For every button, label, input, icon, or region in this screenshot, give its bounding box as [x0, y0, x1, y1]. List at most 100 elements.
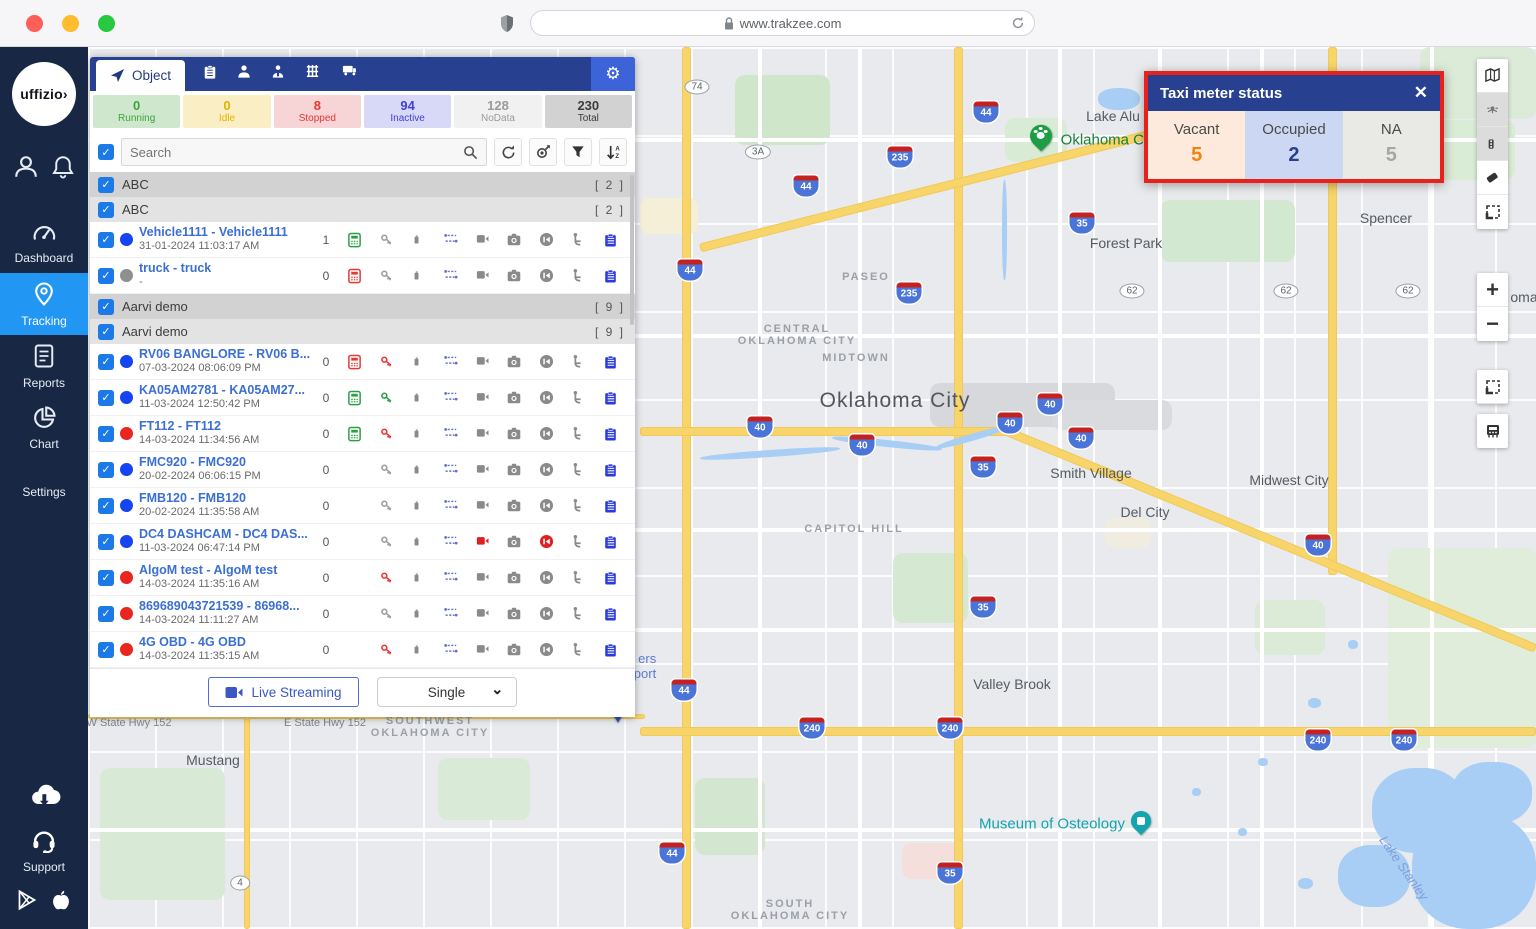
battery-icon[interactable]	[405, 604, 431, 624]
vehicle-checkbox[interactable]: ✓	[98, 390, 114, 406]
battery-icon[interactable]	[405, 460, 431, 480]
seat-icon[interactable]	[565, 460, 591, 480]
traffic-light-button[interactable]	[1477, 127, 1508, 161]
video-camera-icon[interactable]	[469, 640, 495, 660]
clipboard-icon[interactable]	[597, 424, 623, 444]
group-checkbox[interactable]: ✓	[98, 177, 114, 193]
video-camera-icon[interactable]	[469, 604, 495, 624]
vehicle-name[interactable]: KA05AM2781 - KA05AM27...	[139, 383, 311, 399]
clipboard-icon[interactable]	[597, 388, 623, 408]
vehicle-checkbox[interactable]: ✓	[98, 426, 114, 442]
video-camera-icon[interactable]	[469, 460, 495, 480]
status-inactive[interactable]: 94Inactive	[364, 95, 451, 128]
playback-icon[interactable]	[533, 388, 559, 408]
group-row[interactable]: ✓ Aarvi demo [ 9 ]	[90, 294, 635, 319]
camera-icon[interactable]	[501, 604, 527, 624]
camera-icon[interactable]	[501, 388, 527, 408]
route-icon[interactable]	[437, 266, 463, 286]
clipboard-icon[interactable]	[597, 640, 623, 660]
key-icon[interactable]	[373, 496, 399, 516]
select-all-checkbox[interactable]: ✓	[98, 144, 114, 160]
key-icon[interactable]	[373, 532, 399, 552]
vehicle-checkbox[interactable]: ✓	[98, 570, 114, 586]
vehicle-row[interactable]: ✓ truck - truck - 0	[90, 258, 635, 294]
vehicle-row[interactable]: ✓ FMC920 - FMC920 20-02-2024 06:06:15 PM…	[90, 452, 635, 488]
vehicle-name[interactable]: Vehicle1111 - Vehicle1111	[139, 225, 311, 241]
meter-icon[interactable]	[341, 604, 367, 624]
route-icon[interactable]	[437, 532, 463, 552]
playback-icon[interactable]	[533, 496, 559, 516]
vehicle-row[interactable]: ✓ FT112 - FT112 14-03-2024 11:34:56 AM 0	[90, 416, 635, 452]
route-icon[interactable]	[437, 230, 463, 250]
follow-object-button[interactable]	[529, 138, 557, 166]
list-scrollbar[interactable]	[630, 175, 634, 325]
group-row[interactable]: ✓ Aarvi demo [ 9 ]	[90, 319, 635, 344]
battery-icon[interactable]	[405, 640, 431, 660]
battery-icon[interactable]	[405, 424, 431, 444]
seat-icon[interactable]	[565, 496, 591, 516]
status-total[interactable]: 230Total	[545, 95, 632, 128]
streaming-mode-select[interactable]: Single	[377, 677, 517, 707]
playback-icon[interactable]	[533, 266, 559, 286]
camera-icon[interactable]	[501, 424, 527, 444]
key-icon[interactable]	[373, 604, 399, 624]
group-row[interactable]: ✓ ABC [ 2 ]	[90, 172, 635, 197]
privacy-shield-icon[interactable]	[500, 15, 514, 37]
camera-icon[interactable]	[501, 568, 527, 588]
meter-icon[interactable]	[341, 496, 367, 516]
video-camera-icon[interactable]	[469, 532, 495, 552]
meter-icon[interactable]	[341, 568, 367, 588]
sidebar-item-support[interactable]: Support	[23, 827, 65, 874]
camera-icon[interactable]	[501, 460, 527, 480]
google-play-icon[interactable]	[17, 889, 37, 916]
seat-icon[interactable]	[565, 388, 591, 408]
camera-icon[interactable]	[501, 640, 527, 660]
meter-icon[interactable]	[341, 352, 367, 372]
sidebar-item-settings[interactable]: Settings	[0, 459, 88, 521]
video-camera-icon[interactable]	[469, 352, 495, 372]
sort-az-button[interactable]: AZ	[599, 138, 627, 166]
status-nodata[interactable]: 128NoData	[454, 95, 541, 128]
vehicle-row[interactable]: ✓ 4G OBD - 4G OBD 14-03-2024 11:35:15 AM…	[90, 632, 635, 668]
video-camera-icon[interactable]	[469, 388, 495, 408]
search-input[interactable]	[130, 145, 463, 160]
taxi-meter-button[interactable]	[1477, 414, 1508, 448]
cloud-download-icon[interactable]	[27, 782, 61, 813]
group-row[interactable]: ✓ ABC [ 2 ]	[90, 197, 635, 222]
route-icon[interactable]	[437, 352, 463, 372]
key-icon[interactable]	[373, 352, 399, 372]
clipboard-icon[interactable]	[597, 568, 623, 588]
seat-icon[interactable]	[565, 604, 591, 624]
battery-icon[interactable]	[405, 230, 431, 250]
sidebar-item-chart[interactable]: Chart	[0, 397, 88, 459]
key-icon[interactable]	[373, 266, 399, 286]
meter-icon[interactable]	[341, 266, 367, 286]
clipboard-icon[interactable]	[597, 604, 623, 624]
vehicle-checkbox[interactable]: ✓	[98, 268, 114, 284]
clipboard-icon[interactable]	[597, 352, 623, 372]
address-bar[interactable]: www.trakzee.com	[530, 10, 1035, 36]
close-icon[interactable]: ✕	[1414, 83, 1428, 103]
group-checkbox[interactable]: ✓	[98, 324, 114, 340]
playback-icon[interactable]	[533, 568, 559, 588]
meter-icon[interactable]	[341, 460, 367, 480]
vehicle-row[interactable]: ✓ AlgoM test - AlgoM test 14-03-2024 11:…	[90, 560, 635, 596]
route-icon[interactable]	[437, 568, 463, 588]
bell-icon[interactable]	[51, 154, 75, 185]
zoom-in-button[interactable]: +	[1477, 273, 1508, 307]
video-camera-icon[interactable]	[469, 568, 495, 588]
maximize-window-button[interactable]	[98, 15, 115, 32]
video-camera-icon[interactable]	[469, 266, 495, 286]
meter-icon[interactable]	[341, 230, 367, 250]
filter-button[interactable]	[564, 138, 592, 166]
camera-icon[interactable]	[501, 496, 527, 516]
vehicle-checkbox[interactable]: ✓	[98, 498, 114, 514]
playback-icon[interactable]	[533, 640, 559, 660]
key-icon[interactable]	[373, 424, 399, 444]
vehicle-checkbox[interactable]: ✓	[98, 642, 114, 658]
route-icon[interactable]	[437, 496, 463, 516]
seat-icon[interactable]	[565, 532, 591, 552]
video-camera-icon[interactable]	[469, 230, 495, 250]
seat-icon[interactable]	[565, 266, 591, 286]
vehicle-row[interactable]: ✓ KA05AM2781 - KA05AM27... 11-03-2024 12…	[90, 380, 635, 416]
